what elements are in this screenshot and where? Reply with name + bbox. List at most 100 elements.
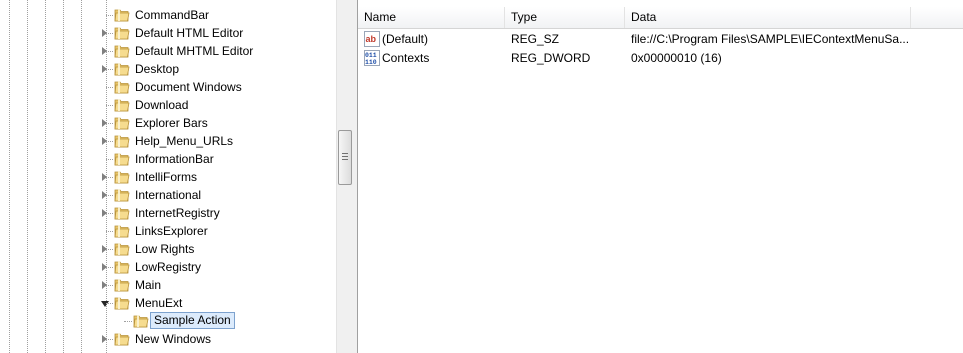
value-row[interactable]: 011 110 Contexts REG_DWORD 0x00000010 (1…	[358, 49, 963, 68]
folder-icon	[114, 9, 130, 22]
tree-connector-line	[106, 123, 113, 124]
folder-icon	[114, 189, 130, 202]
tree-item-label: IntelliForms	[135, 170, 198, 184]
column-header-name[interactable]: Name	[358, 7, 505, 28]
folder-icon	[114, 261, 130, 274]
tree-item[interactable]: New Windows	[0, 330, 336, 348]
value-row[interactable]: ab (Default) REG_SZ file://C:\Program Fi…	[358, 30, 963, 49]
tree-item-label: Download	[135, 98, 189, 112]
tree-item[interactable]: Explorer Bars	[0, 114, 336, 132]
tree-item-label: Low Rights	[135, 242, 195, 256]
scrollbar-thumb[interactable]	[338, 130, 352, 185]
value-name: Contexts	[382, 51, 430, 65]
tree-connector-line	[106, 267, 113, 268]
tree-item-label: Default HTML Editor	[135, 26, 244, 40]
folder-icon	[114, 153, 130, 166]
folder-icon	[114, 117, 130, 130]
tree-connector-line	[106, 195, 113, 196]
binary-value-icon: 011 110	[364, 50, 380, 66]
value-name: (Default)	[382, 32, 429, 46]
tree-item-label: LowRegistry	[135, 260, 202, 274]
tree-item[interactable]: International	[0, 186, 336, 204]
tree-item-label: Document Windows	[135, 80, 242, 94]
tree-item-label-selected: Sample Action	[150, 312, 235, 329]
tree-item[interactable]: InformationBar	[0, 150, 336, 168]
folder-icon	[114, 225, 130, 238]
tree-connector-line	[106, 87, 113, 88]
folder-icon	[114, 27, 130, 40]
tree-item-label: Help_Menu_URLs	[135, 134, 234, 148]
tree-item[interactable]: Default MHTML Editor	[0, 42, 336, 60]
tree-item-label: CommandBar	[135, 8, 210, 22]
list-header: Name Type Data	[358, 7, 963, 29]
string-value-icon: ab	[364, 31, 380, 47]
registry-key-tree[interactable]: CommandBar Default HTML Editor Default MHT…	[0, 0, 353, 353]
tree-connector-line	[106, 51, 113, 52]
tree-item[interactable]: CommandBar	[0, 6, 336, 24]
tree-connector-line	[106, 285, 113, 286]
tree-item-label: International	[135, 188, 202, 202]
tree-connector-line	[106, 177, 113, 178]
folder-icon	[114, 135, 130, 148]
value-data: file://C:\Program Files\SAMPLE\IEContext…	[631, 32, 910, 46]
tree-item-label: MenuExt	[135, 296, 183, 310]
tree-item[interactable]: Help_Menu_URLs	[0, 132, 336, 150]
tree-connector-line	[106, 213, 113, 214]
value-data: 0x00000010 (16)	[631, 51, 722, 65]
folder-icon	[114, 171, 130, 184]
tree-item-label: Explorer Bars	[135, 116, 208, 130]
svg-text:011: 011	[365, 52, 377, 59]
tree-connector-line	[106, 231, 113, 232]
tree-item-label: New Windows	[135, 332, 212, 346]
grip-line	[342, 159, 348, 160]
grip-line	[342, 156, 348, 157]
tree-connector-line	[124, 321, 132, 322]
tree-item-label: Desktop	[135, 62, 180, 76]
column-header-type[interactable]: Type	[505, 7, 625, 28]
tree-connector-line	[106, 33, 113, 34]
value-type: REG_SZ	[511, 32, 560, 46]
tree-connector-line	[106, 69, 113, 70]
folder-icon	[114, 243, 130, 256]
value-type: REG_DWORD	[511, 51, 591, 65]
folder-icon	[114, 207, 130, 220]
tree-item[interactable]: LowRegistry	[0, 258, 336, 276]
tree-connector-line	[106, 249, 113, 250]
registry-values-list[interactable]: Name Type Data ab (Default) REG_SZ file:…	[358, 0, 963, 353]
tree-connector-line	[106, 303, 113, 304]
tree-item[interactable]: InternetRegistry	[0, 204, 336, 222]
tree-item[interactable]: LinksExplorer	[0, 222, 336, 240]
column-header-data[interactable]: Data	[625, 7, 911, 28]
tree-connector-line	[106, 141, 113, 142]
tree-connector-line	[106, 15, 113, 16]
svg-text:110: 110	[365, 59, 377, 66]
svg-text:ab: ab	[366, 34, 377, 44]
folder-icon	[114, 279, 130, 292]
tree-vertical-scrollbar[interactable]	[336, 0, 353, 353]
tree-item[interactable]: Desktop	[0, 60, 336, 78]
folder-icon	[114, 63, 130, 76]
folder-icon	[114, 45, 130, 58]
tree-item[interactable]: Download	[0, 96, 336, 114]
tree-item-label: Main	[135, 278, 162, 292]
grip-line	[342, 153, 348, 154]
tree-item[interactable]: Default HTML Editor	[0, 24, 336, 42]
tree-item-label: LinksExplorer	[135, 224, 208, 238]
tree-item[interactable]: MenuExt	[0, 294, 336, 312]
tree-item[interactable]: Sample Action	[0, 312, 336, 330]
tree-item-label: InternetRegistry	[135, 206, 220, 220]
tree-connector-line	[106, 339, 113, 340]
folder-icon	[114, 99, 130, 112]
collapse-arrow-icon[interactable]	[101, 301, 109, 307]
folder-icon	[133, 315, 149, 328]
tree-item[interactable]: Document Windows	[0, 78, 336, 96]
folder-icon	[114, 297, 130, 310]
tree-item[interactable]: Low Rights	[0, 240, 336, 258]
tree-item[interactable]: IntelliForms	[0, 168, 336, 186]
tree-item[interactable]: Main	[0, 276, 336, 294]
tree-connector-line	[106, 159, 113, 160]
tree-connector-line	[106, 105, 113, 106]
folder-icon	[114, 81, 130, 94]
tree-item-label: InformationBar	[135, 152, 214, 166]
folder-icon	[114, 333, 130, 346]
